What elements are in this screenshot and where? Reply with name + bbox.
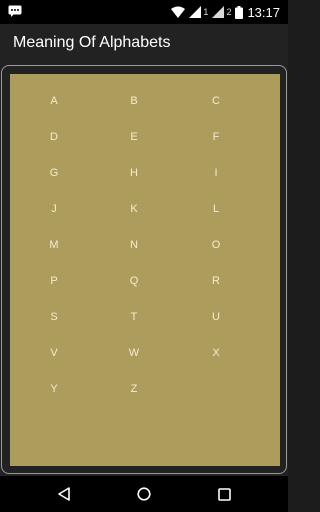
back-icon (58, 487, 70, 501)
letter-v[interactable]: V (34, 346, 74, 360)
sim-1-label: 1 (203, 7, 209, 17)
letter-y[interactable]: Y (34, 382, 74, 396)
letter-z[interactable]: Z (114, 382, 154, 396)
signal-icon-1 (189, 6, 202, 18)
letter-u[interactable]: U (196, 310, 236, 324)
clock: 13:17 (247, 4, 280, 20)
app-bar: Meaning Of Alphabets (0, 24, 288, 64)
message-notification-icon (8, 5, 22, 17)
navigation-bar (0, 476, 288, 512)
recents-icon (217, 487, 231, 501)
letter-a[interactable]: A (34, 94, 74, 108)
letter-m[interactable]: M (34, 238, 74, 252)
letter-i[interactable]: I (196, 166, 236, 180)
home-icon (137, 487, 151, 501)
letter-o[interactable]: O (196, 238, 236, 252)
letter-grid-frame: A B C D E F G H I J K L M N O P Q R S T U V W X Y Z (1, 65, 287, 474)
content-area: A B C D E F G H I J K L M N O P Q R S T U V W X Y Z (0, 64, 288, 476)
letter-k[interactable]: K (114, 202, 154, 216)
status-icons: 1 2 13:17 (171, 3, 280, 21)
back-button[interactable] (52, 482, 76, 506)
letter-s[interactable]: S (34, 310, 74, 324)
letter-h[interactable]: H (114, 166, 154, 180)
letter-p[interactable]: P (34, 274, 74, 288)
status-bar: 1 2 13:17 (0, 0, 288, 24)
letter-r[interactable]: R (196, 274, 236, 288)
home-button[interactable] (132, 482, 156, 506)
sim-2-label: 2 (226, 7, 232, 17)
letter-e[interactable]: E (114, 130, 154, 144)
wifi-icon (171, 6, 186, 18)
letter-grid: A B C D E F G H I J K L M N O P Q R S T U V W X Y Z (10, 74, 280, 466)
page-title: Meaning Of Alphabets (13, 34, 171, 51)
letter-b[interactable]: B (114, 94, 154, 108)
letter-j[interactable]: J (34, 202, 74, 216)
letter-f[interactable]: F (196, 130, 236, 144)
letter-w[interactable]: W (114, 346, 154, 360)
letter-c[interactable]: C (196, 94, 236, 108)
signal-icon-2 (212, 6, 225, 18)
letter-t[interactable]: T (114, 310, 154, 324)
letter-x[interactable]: X (196, 346, 236, 360)
letter-d[interactable]: D (34, 130, 74, 144)
battery-icon (235, 5, 244, 19)
recents-button[interactable] (212, 482, 236, 506)
letter-n[interactable]: N (114, 238, 154, 252)
letter-g[interactable]: G (34, 166, 74, 180)
letter-q[interactable]: Q (114, 274, 154, 288)
letter-l[interactable]: L (196, 202, 236, 216)
